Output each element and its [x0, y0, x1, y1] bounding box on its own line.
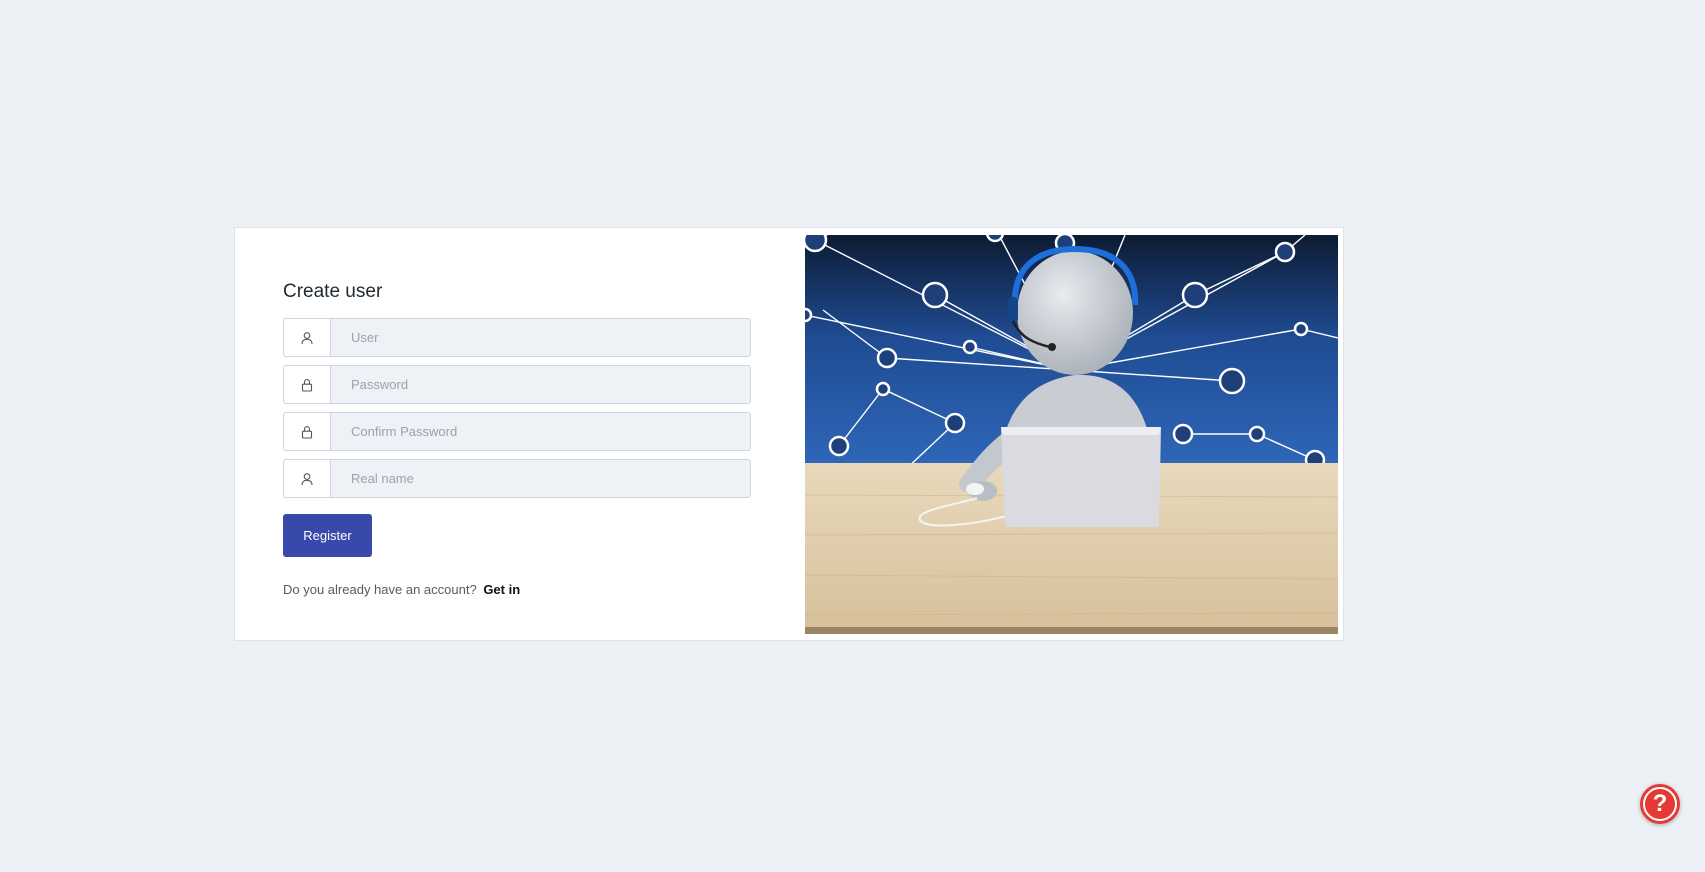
lock-icon [283, 365, 330, 404]
real-name-input-group [283, 459, 751, 498]
user-input-group [283, 318, 751, 357]
help-button[interactable]: ? [1640, 784, 1680, 824]
register-card: Create user Register [234, 227, 1344, 641]
login-prompt: Do you already have an account? Get in [283, 582, 751, 597]
real-name-field[interactable] [330, 459, 751, 498]
register-form: Create user Register [283, 280, 751, 597]
password-input-group [283, 365, 751, 404]
confirm-password-input-group [283, 412, 751, 451]
support-illustration [805, 235, 1338, 634]
username-field[interactable] [330, 318, 751, 357]
confirm-password-field[interactable] [330, 412, 751, 451]
password-field[interactable] [330, 365, 751, 404]
user-icon [283, 318, 330, 357]
lock-icon [283, 412, 330, 451]
page-title: Create user [283, 281, 383, 302]
register-button[interactable]: Register [283, 514, 372, 557]
user-icon [283, 459, 330, 498]
login-link[interactable]: Get in [483, 582, 520, 597]
help-icon: ? [1652, 790, 1668, 817]
login-prompt-text: Do you already have an account? [283, 582, 477, 597]
